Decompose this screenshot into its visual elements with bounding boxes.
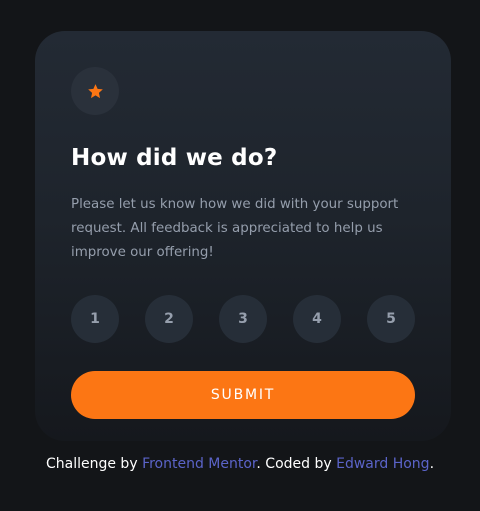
submit-button[interactable]: SUBMIT (71, 371, 415, 419)
attribution-middle: . Coded by (256, 456, 337, 472)
rating-option-1[interactable]: 1 (71, 295, 119, 343)
rating-option-5[interactable]: 5 (367, 295, 415, 343)
rating-options: 1 2 3 4 5 (71, 295, 415, 343)
attribution: Challenge by Frontend Mentor. Coded by E… (0, 456, 480, 472)
attribution-prefix: Challenge by (45, 456, 143, 472)
star-icon-container (71, 67, 119, 115)
card-title: How did we do? (71, 145, 278, 171)
attribution-suffix: . (429, 456, 435, 472)
rating-card: How did we do? Please let us know how we… (35, 31, 451, 441)
author-link[interactable]: Edward Hong (336, 456, 429, 472)
rating-option-3[interactable]: 3 (219, 295, 267, 343)
star-icon (87, 83, 103, 98)
rating-option-2[interactable]: 2 (145, 295, 193, 343)
frontend-mentor-link[interactable]: Frontend Mentor (142, 456, 256, 472)
card-description: Please let us know how we did with your … (71, 197, 399, 260)
rating-option-4[interactable]: 4 (293, 295, 341, 343)
